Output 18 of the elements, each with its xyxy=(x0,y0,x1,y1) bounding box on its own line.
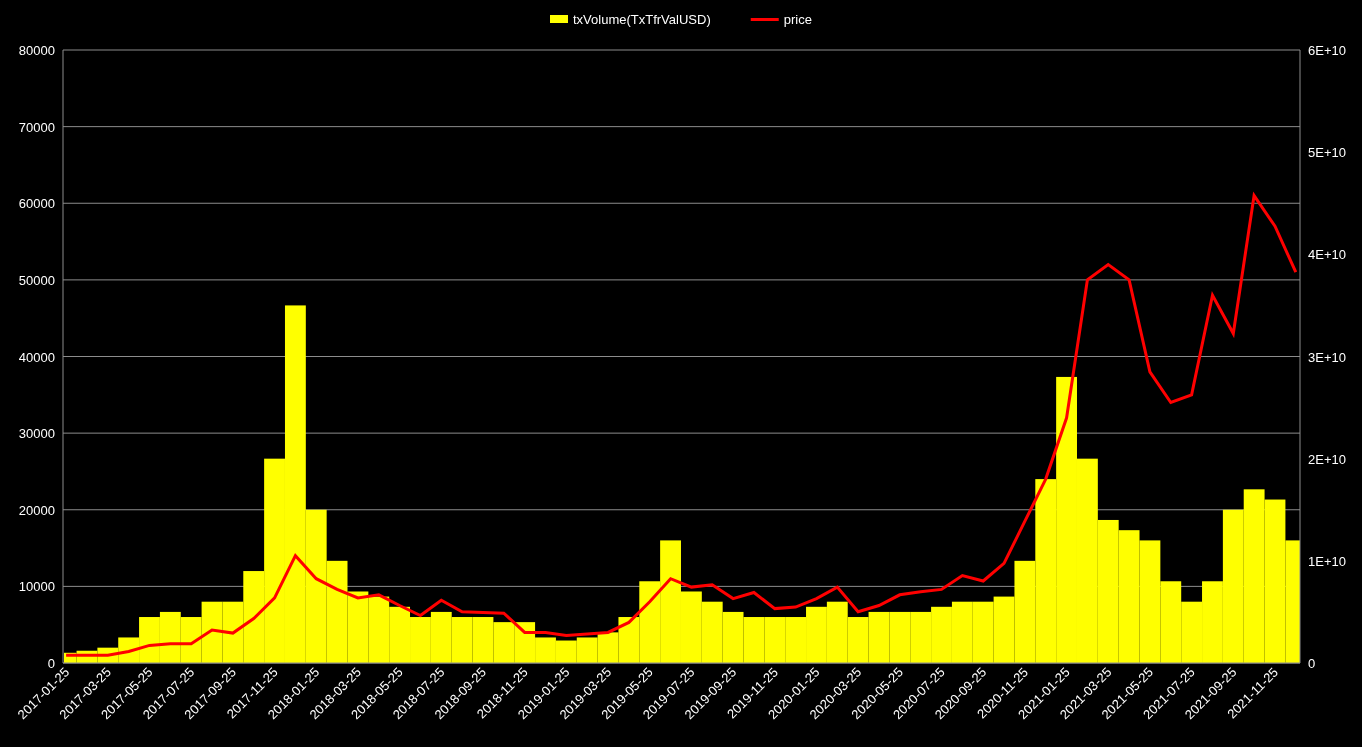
axis-tick-label: 10000 xyxy=(18,579,55,595)
axis-tick-label: 3E+10 xyxy=(1308,349,1346,365)
axis-tick-label: 0 xyxy=(1308,656,1316,671)
axis-tick-label: 60000 xyxy=(18,196,55,212)
axis-tick-label: 30000 xyxy=(18,426,55,442)
axis-tick-label: 0 xyxy=(47,656,55,671)
axis-tick-label: 5E+10 xyxy=(1308,145,1346,161)
axis-tick-label: 40000 xyxy=(18,349,55,365)
legend-label: txVolume(TxTfrValUSD) xyxy=(573,12,711,27)
axis-tick-label: 6E+10 xyxy=(1308,43,1346,58)
axis-tick-label: 20000 xyxy=(18,502,55,518)
axis-tick-label: 50000 xyxy=(18,272,55,288)
legend-label: price xyxy=(783,12,812,27)
axis-tick-label: 2E+10 xyxy=(1308,451,1346,467)
axis-tick-label: 1E+10 xyxy=(1308,553,1346,569)
axis-tick-label: 80000 xyxy=(18,43,55,58)
axis-tick-label: 70000 xyxy=(18,119,55,135)
axis-tick-label: 4E+10 xyxy=(1308,247,1346,263)
